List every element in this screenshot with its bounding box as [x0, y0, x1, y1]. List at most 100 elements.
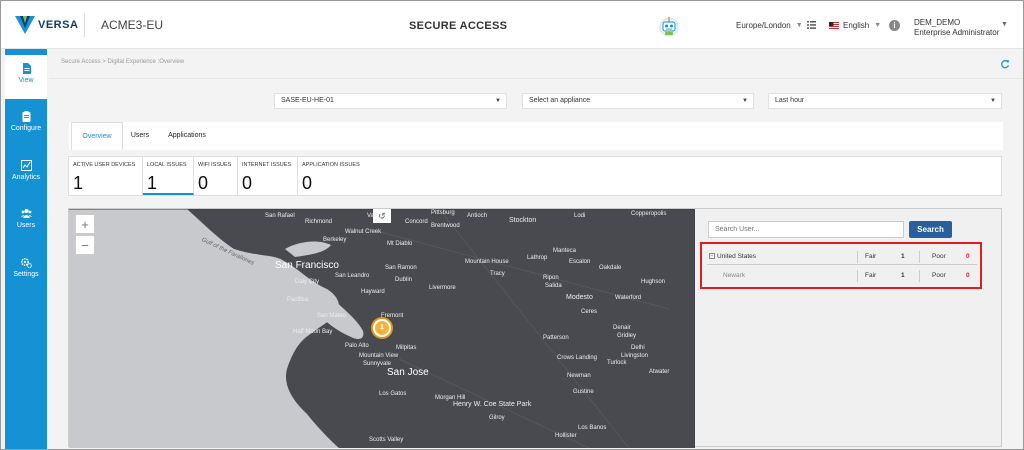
map-label-brentwood: Brentwood: [431, 223, 460, 229]
clipboard-icon: [22, 111, 30, 122]
user-name[interactable]: DEM_DEMO: [914, 18, 960, 27]
map-label-richmond: Richmond: [305, 219, 333, 225]
stat-value: 1: [147, 173, 158, 193]
gear-icon: [20, 258, 32, 268]
location-name: Newark: [723, 272, 746, 279]
sidebar-item-configure[interactable]: Configure: [5, 103, 47, 147]
timezone-selector[interactable]: Europe/London ▼: [736, 21, 803, 30]
map-view[interactable]: + − ↺ Gulf of the Farallones San Francis…: [69, 209, 695, 448]
sidebar: View Configure Analytics Users Settings: [5, 49, 47, 449]
stat-active-user-devices[interactable]: ACTIVE USER DEVICES 1: [69, 157, 143, 195]
map-label-scotts-valley: Scotts Valley: [369, 437, 404, 443]
versa-logo-icon: [15, 16, 35, 34]
sidebar-item-label: View: [18, 77, 34, 84]
map-label-turlock: Turlock: [607, 360, 627, 366]
top-header: VERSA ACME3-EU SECURE ACCESS Europe/Lond…: [1, 1, 1023, 49]
stat-value: 0: [242, 173, 253, 193]
search-user-input[interactable]: [708, 221, 904, 238]
list-icon[interactable]: [807, 21, 816, 29]
stat-label: APPLICATION ISSUES: [302, 162, 360, 168]
user-role[interactable]: Enterprise Administrator: [914, 28, 999, 37]
sidebar-item-view[interactable]: View: [5, 55, 47, 99]
zoom-in-button[interactable]: +: [75, 214, 95, 234]
sidebar-item-analytics[interactable]: Analytics: [5, 152, 47, 196]
poor-count: 0: [966, 272, 970, 279]
map-label-stockton: Stockton: [509, 217, 537, 224]
document-icon: [22, 63, 31, 74]
sidebar-item-label: Configure: [10, 125, 42, 132]
chevron-down-icon[interactable]: ▼: [1001, 21, 1008, 28]
tab-bar: Overview Users Applications: [69, 122, 1003, 150]
map-label-san-rafael: San Rafael: [265, 213, 295, 219]
map-label-vallejo: Vallejo: [367, 213, 385, 219]
location-name: United States: [717, 253, 757, 260]
timezone-label: Europe/London: [736, 21, 791, 30]
time-range-select[interactable]: Last hour ▼: [768, 93, 1002, 109]
result-row-city[interactable]: Newark Fair 1 Poor 0: [707, 268, 977, 284]
column-divider: [857, 251, 858, 263]
stat-value: 0: [198, 173, 209, 193]
breadcrumb: Secure Access > Digital Experience :Over…: [61, 59, 185, 65]
map-label-berkeley: Berkeley: [323, 237, 347, 243]
result-row-country[interactable]: − United States Fair 1 Poor 0: [707, 249, 977, 265]
assistant-bot-icon[interactable]: [657, 15, 681, 37]
map-label-gilroy: Gilroy: [489, 415, 505, 421]
tab-overview[interactable]: Overview: [71, 122, 123, 150]
language-selector[interactable]: English ▼: [829, 21, 881, 30]
device-cluster-marker[interactable]: 1: [373, 319, 391, 337]
gateway-select[interactable]: SASE-EU-HE-01 ▼: [274, 93, 507, 109]
chevron-down-icon: ▼: [795, 22, 803, 29]
gateway-select-value: SASE-EU-HE-01: [281, 97, 334, 104]
column-divider: [919, 270, 920, 282]
stat-value: 1: [73, 173, 84, 193]
map-label-los-gatos: Los Gatos: [379, 391, 407, 397]
collapse-icon[interactable]: −: [709, 253, 715, 259]
stat-label: WIFI ISSUES: [198, 162, 232, 168]
appliance-select[interactable]: Select an appliance ▼: [522, 93, 754, 109]
poor-label: Poor: [932, 272, 946, 279]
map-label-daly-city: Daly City: [295, 279, 320, 285]
tab-applications[interactable]: Applications: [163, 122, 211, 150]
main-content: Secure Access > Digital Experience :Over…: [49, 49, 1023, 449]
map-label-milpitas: Milpitas: [396, 345, 417, 351]
map-label-salida: Salida: [545, 283, 562, 289]
refresh-icon[interactable]: [1000, 59, 1010, 69]
map-label-antioch: Antioch: [467, 213, 488, 219]
stat-application-issues[interactable]: APPLICATION ISSUES 0: [298, 157, 370, 195]
map-label-newman: Newman: [567, 373, 591, 379]
map-label-livermore: Livermore: [429, 285, 456, 291]
time-range-select-value: Last hour: [775, 97, 805, 104]
map-label-los-banos: Los Banos: [578, 425, 607, 431]
tab-label: Users: [130, 132, 150, 139]
logo-text: VERSA: [38, 19, 79, 31]
sidebar-item-settings[interactable]: Settings: [5, 249, 47, 293]
map-label-gridley: Gridley: [617, 333, 637, 339]
chart-icon: [20, 160, 32, 171]
stat-local-issues[interactable]: LOCAL ISSUES 1: [143, 157, 194, 195]
map-label-delhi: Delhi: [631, 345, 645, 351]
tab-users[interactable]: Users: [125, 122, 155, 150]
tenant-name: ACME3-EU: [101, 18, 164, 32]
search-button[interactable]: Search: [909, 221, 952, 238]
map-label-lodi: Lodi: [574, 213, 586, 219]
versa-logo[interactable]: VERSA: [15, 16, 78, 34]
user-search-panel: Search − United States Fair 1 Poor 0 New…: [695, 209, 1001, 446]
info-icon[interactable]: i: [889, 20, 900, 31]
stat-internet-issues[interactable]: INTERNET ISSUES 0: [238, 157, 298, 195]
map-label-atwater: Atwater: [649, 369, 670, 375]
map-label-henry-coe: Henry W. Coe State Park: [453, 401, 532, 408]
map-label-oakdale: Oakdale: [599, 265, 622, 271]
map-label-dublin: Dublin: [395, 277, 413, 283]
stat-wifi-issues[interactable]: WIFI ISSUES 0: [194, 157, 238, 195]
map-label-tracy: Tracy: [490, 271, 505, 277]
sidebar-item-users[interactable]: Users: [5, 200, 47, 244]
caret-down-icon: ▼: [495, 98, 501, 104]
caret-down-icon: ▼: [742, 98, 748, 104]
zoom-out-button[interactable]: −: [75, 235, 95, 255]
map-label-hayward: Hayward: [361, 289, 385, 295]
map-label-mountain-house: Mountain House: [465, 259, 509, 265]
map-label-manteca: Manteca: [553, 248, 577, 254]
fair-label: Fair: [865, 253, 877, 260]
page-title: SECURE ACCESS: [409, 20, 508, 32]
sidebar-item-label: Users: [16, 222, 36, 229]
